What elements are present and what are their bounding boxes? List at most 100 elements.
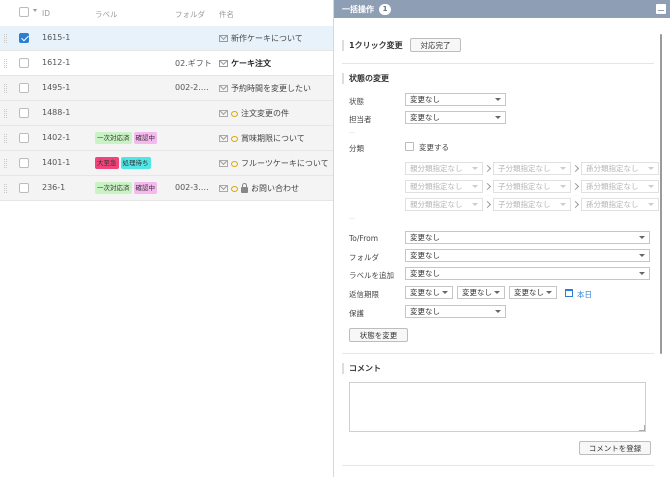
- select-all-checkbox[interactable]: [19, 7, 29, 17]
- divider: [342, 465, 654, 466]
- label-tags: 一次対応済 確認中: [95, 182, 157, 194]
- drag-handle-icon[interactable]: [4, 109, 7, 118]
- ticket-subject[interactable]: 注文変更の件: [219, 107, 333, 120]
- drag-handle-icon[interactable]: [4, 159, 7, 168]
- ticket-id: 1488-1: [42, 108, 71, 117]
- table-row[interactable]: 1612-1 02.ギフト ケーキ注文: [0, 51, 333, 76]
- chevron-right-icon: [483, 182, 492, 191]
- submit-comment-button[interactable]: コメントを登録: [579, 441, 651, 455]
- state-label: 状態: [349, 97, 364, 106]
- envelope-open-icon: [219, 185, 228, 192]
- ticket-subject[interactable]: 新作ケーキについて: [219, 32, 333, 45]
- calendar-icon[interactable]: [565, 289, 573, 297]
- grandchild-category-select[interactable]: 孫分類指定なし: [581, 180, 659, 193]
- divider: [342, 353, 654, 354]
- drag-handle-icon[interactable]: [4, 134, 7, 143]
- resize-handle-icon[interactable]: [639, 425, 645, 431]
- ticket-subject[interactable]: お問い合わせ: [219, 182, 333, 195]
- panel-title: 一括操作: [342, 4, 374, 14]
- child-category-select[interactable]: 子分類指定なし: [493, 180, 571, 193]
- ticket-subject-text: 賞味期限について: [241, 134, 305, 143]
- header-label[interactable]: ラベル: [95, 9, 118, 20]
- envelope-icon: [219, 60, 228, 67]
- table-row[interactable]: 1495-1 002-2.… 予約時間を変更したい: [0, 76, 333, 101]
- reply-due-year-select[interactable]: 変更なし: [405, 286, 453, 299]
- reply-due-day-select[interactable]: 変更なし: [509, 286, 557, 299]
- minimize-icon[interactable]: [656, 4, 666, 14]
- grandchild-category-select[interactable]: 孫分類指定なし: [581, 198, 659, 211]
- label-tag: 確認中: [133, 132, 157, 144]
- label-tags: 一次対応済 確認中: [95, 132, 157, 144]
- ticket-subject-text: 予約時間を変更したい: [231, 84, 311, 93]
- drag-handle-icon[interactable]: [4, 84, 7, 93]
- hold-select[interactable]: 変更なし: [405, 305, 506, 318]
- table-row[interactable]: 1488-1 注文変更の件: [0, 101, 333, 126]
- add-label-select[interactable]: 変更なし: [405, 267, 650, 280]
- child-category-select[interactable]: 子分類指定なし: [493, 162, 571, 175]
- parent-category-select[interactable]: 親分類指定なし: [405, 180, 483, 193]
- parent-category-select[interactable]: 親分類指定なし: [405, 198, 483, 211]
- chevron-right-icon: [571, 164, 580, 173]
- comment-bubble-icon: [231, 185, 238, 192]
- label-tag: 確認中: [133, 182, 157, 194]
- one-click-heading: 1クリック変更: [342, 40, 650, 51]
- divider-dots: …: [349, 214, 356, 221]
- row-checkbox[interactable]: [19, 183, 29, 193]
- envelope-open-icon: [219, 110, 228, 117]
- row-checkbox[interactable]: [19, 33, 29, 43]
- ticket-id: 236-1: [42, 183, 66, 192]
- ticket-id: 1495-1: [42, 83, 71, 92]
- state-select[interactable]: 変更なし: [405, 93, 506, 106]
- drag-handle-icon[interactable]: [4, 184, 7, 193]
- category-change-label: 変更する: [419, 143, 449, 152]
- ticket-id: 1401-1: [42, 158, 71, 167]
- lock-icon: [241, 183, 248, 193]
- scrollbar[interactable]: [660, 34, 662, 354]
- row-checkbox[interactable]: [19, 133, 29, 143]
- row-checkbox[interactable]: [19, 83, 29, 93]
- apply-status-button[interactable]: 状態を変更: [349, 328, 408, 342]
- comment-textarea[interactable]: [349, 382, 646, 432]
- table-row[interactable]: 1401-1 大至急 処理待ち フルーツケーキについて: [0, 151, 333, 176]
- category-label: 分類: [349, 144, 364, 153]
- reply-due-month-select[interactable]: 変更なし: [457, 286, 505, 299]
- drag-handle-icon[interactable]: [4, 59, 7, 68]
- child-category-select[interactable]: 子分類指定なし: [493, 198, 571, 211]
- label-tag: 処理待ち: [120, 157, 151, 169]
- chevron-down-icon[interactable]: [33, 9, 37, 12]
- assignee-select[interactable]: 変更なし: [405, 111, 506, 124]
- header-folder[interactable]: フォルダ: [175, 9, 205, 20]
- divider: [342, 63, 654, 64]
- hold-label: 保護: [349, 309, 364, 318]
- category-change-checkbox[interactable]: [405, 142, 414, 151]
- table-row[interactable]: 236-1 一次対応済 確認中 002-3.… お問い合わせ: [0, 176, 333, 201]
- row-checkbox[interactable]: [19, 58, 29, 68]
- envelope-icon: [219, 35, 228, 42]
- ticket-subject-text: ケーキ注文: [231, 59, 271, 68]
- drag-handle-icon[interactable]: [4, 34, 7, 43]
- folder-select[interactable]: 変更なし: [405, 249, 650, 262]
- done-button[interactable]: 対応完了: [410, 38, 461, 52]
- ticket-subject[interactable]: 予約時間を変更したい: [219, 82, 333, 95]
- table-row[interactable]: 1402-1 一次対応済 確認中 賞味期限について: [0, 126, 333, 151]
- grandchild-category-select[interactable]: 孫分類指定なし: [581, 162, 659, 175]
- envelope-open-icon: [219, 160, 228, 167]
- row-checkbox[interactable]: [19, 108, 29, 118]
- ticket-subject-text: 注文変更の件: [241, 109, 289, 118]
- status-change-heading: 状態の変更: [342, 73, 650, 84]
- parent-category-select[interactable]: 親分類指定なし: [405, 162, 483, 175]
- chevron-right-icon: [571, 200, 580, 209]
- ticket-list: ID ラベル フォルダ 件名 1615-1 新作ケーキについて 1612-1 02.ギ…: [0, 0, 333, 477]
- today-link[interactable]: 本日: [577, 289, 592, 300]
- ticket-subject-text: フルーツケーキについて: [241, 159, 329, 168]
- table-row[interactable]: 1615-1 新作ケーキについて: [0, 26, 333, 51]
- ticket-subject[interactable]: ケーキ注文: [219, 57, 333, 70]
- row-checkbox[interactable]: [19, 158, 29, 168]
- ticket-subject[interactable]: 賞味期限について: [219, 132, 333, 145]
- header-id[interactable]: ID: [42, 9, 50, 18]
- header-subject[interactable]: 件名: [219, 9, 234, 20]
- ticket-subject[interactable]: フルーツケーキについて: [219, 157, 333, 170]
- chevron-right-icon: [483, 164, 492, 173]
- add-label-label: ラベルを追加: [349, 271, 394, 280]
- to-from-select[interactable]: 変更なし: [405, 231, 650, 244]
